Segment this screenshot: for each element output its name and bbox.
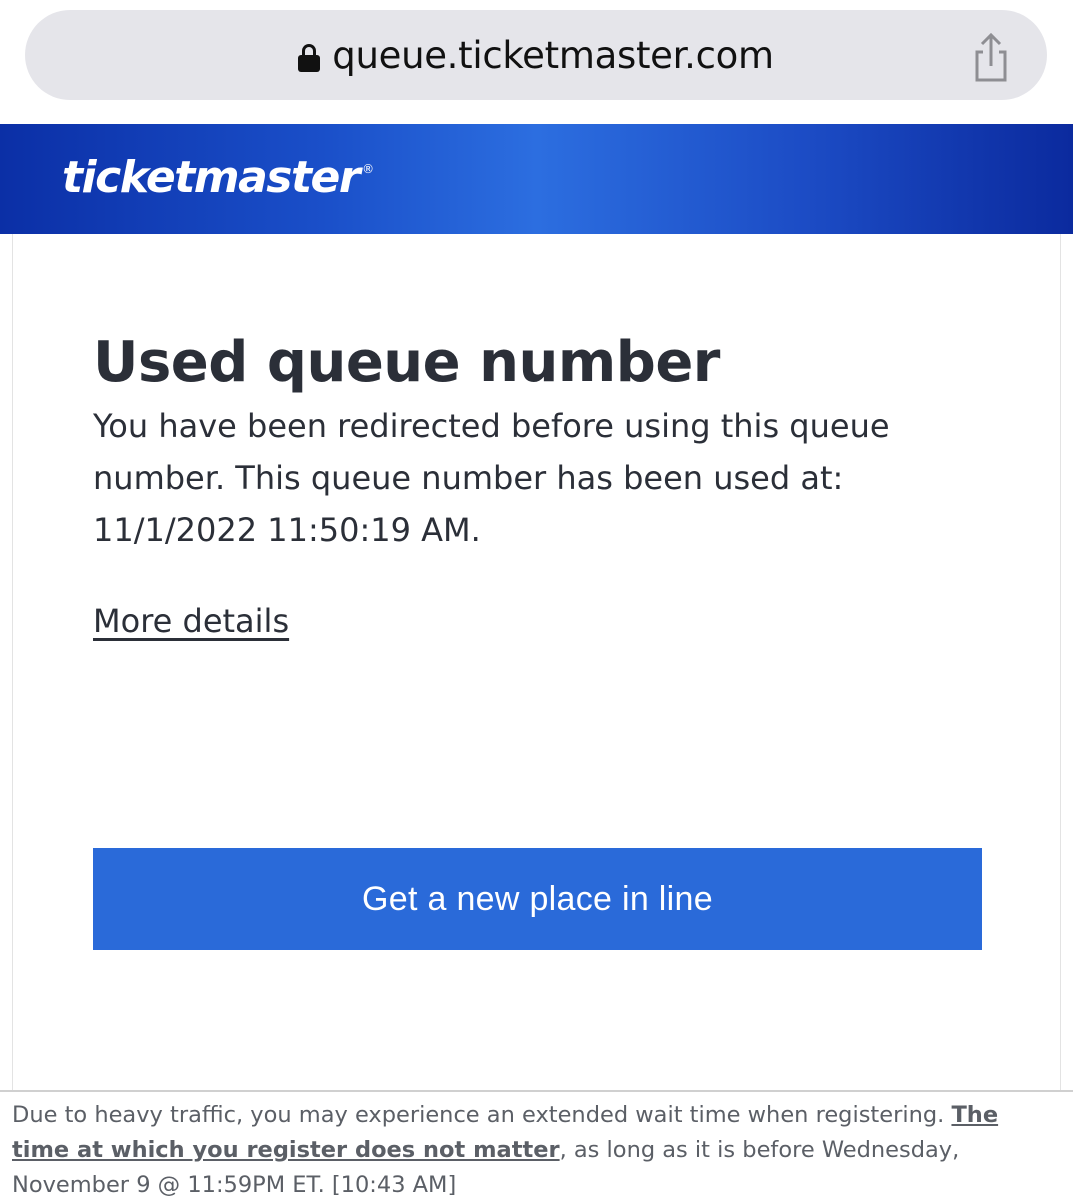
browser-address-bar: queue.ticketmaster.com (0, 0, 1073, 124)
traffic-notice-text: Due to heavy traffic, you may experience… (12, 1098, 1062, 1200)
share-icon[interactable] (971, 32, 1011, 84)
ticketmaster-logo[interactable]: ticketmaster ® (62, 152, 374, 203)
more-details-link[interactable]: More details (93, 602, 289, 640)
url-text: queue.ticketmaster.com (332, 33, 774, 77)
notice-text-start: Due to heavy traffic, you may experience… (12, 1102, 952, 1128)
url-field[interactable]: queue.ticketmaster.com (25, 10, 1047, 100)
ticketmaster-header: ticketmaster ® (0, 124, 1073, 234)
traffic-notice: Due to heavy traffic, you may experience… (0, 1090, 1073, 1200)
queue-message-card: Used queue number You have been redirect… (12, 234, 1061, 1090)
lock-icon (298, 44, 321, 72)
get-new-place-button[interactable]: Get a new place in line (93, 848, 982, 950)
page-title: Used queue number (93, 330, 720, 395)
queue-description: You have been redirected before using th… (93, 407, 890, 549)
